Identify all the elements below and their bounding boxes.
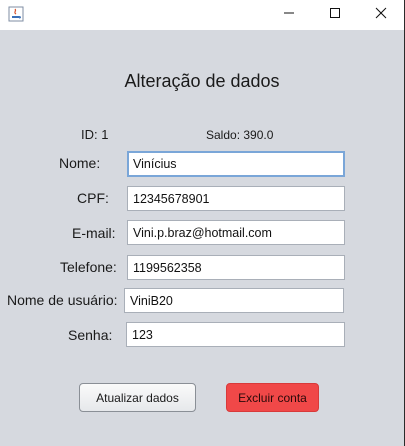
usuario-label: Nome de usuário: [7,292,118,308]
app-window: Alteração de dados ID: 1 Saldo: 390.0 No… [0,0,404,446]
telefone-label: Telefone: [60,259,117,275]
minimize-button[interactable] [266,0,312,30]
telefone-field[interactable] [127,255,345,280]
senha-label: Senha: [68,327,113,343]
java-app-icon [8,6,24,22]
delete-account-button[interactable]: Excluir conta [226,383,319,412]
title-bar [0,0,404,30]
email-field[interactable] [127,220,345,245]
saldo-label: Saldo: 390.0 [206,128,274,142]
minimize-icon [283,6,295,24]
close-icon [375,6,387,24]
maximize-button[interactable] [312,0,358,30]
cpf-label: CPF: [77,190,109,206]
close-button[interactable] [358,0,404,30]
cpf-field[interactable] [127,186,345,211]
email-label: E-mail: [72,225,116,241]
maximize-icon [329,6,341,24]
nome-field[interactable] [127,151,345,177]
page-title: Alteração de dados [124,71,280,91]
nome-label: Nome: [59,155,101,171]
id-label: ID: 1 [81,127,109,142]
senha-field[interactable] [126,322,345,347]
usuario-field[interactable] [124,288,344,313]
update-data-button[interactable]: Atualizar dados [79,383,196,412]
